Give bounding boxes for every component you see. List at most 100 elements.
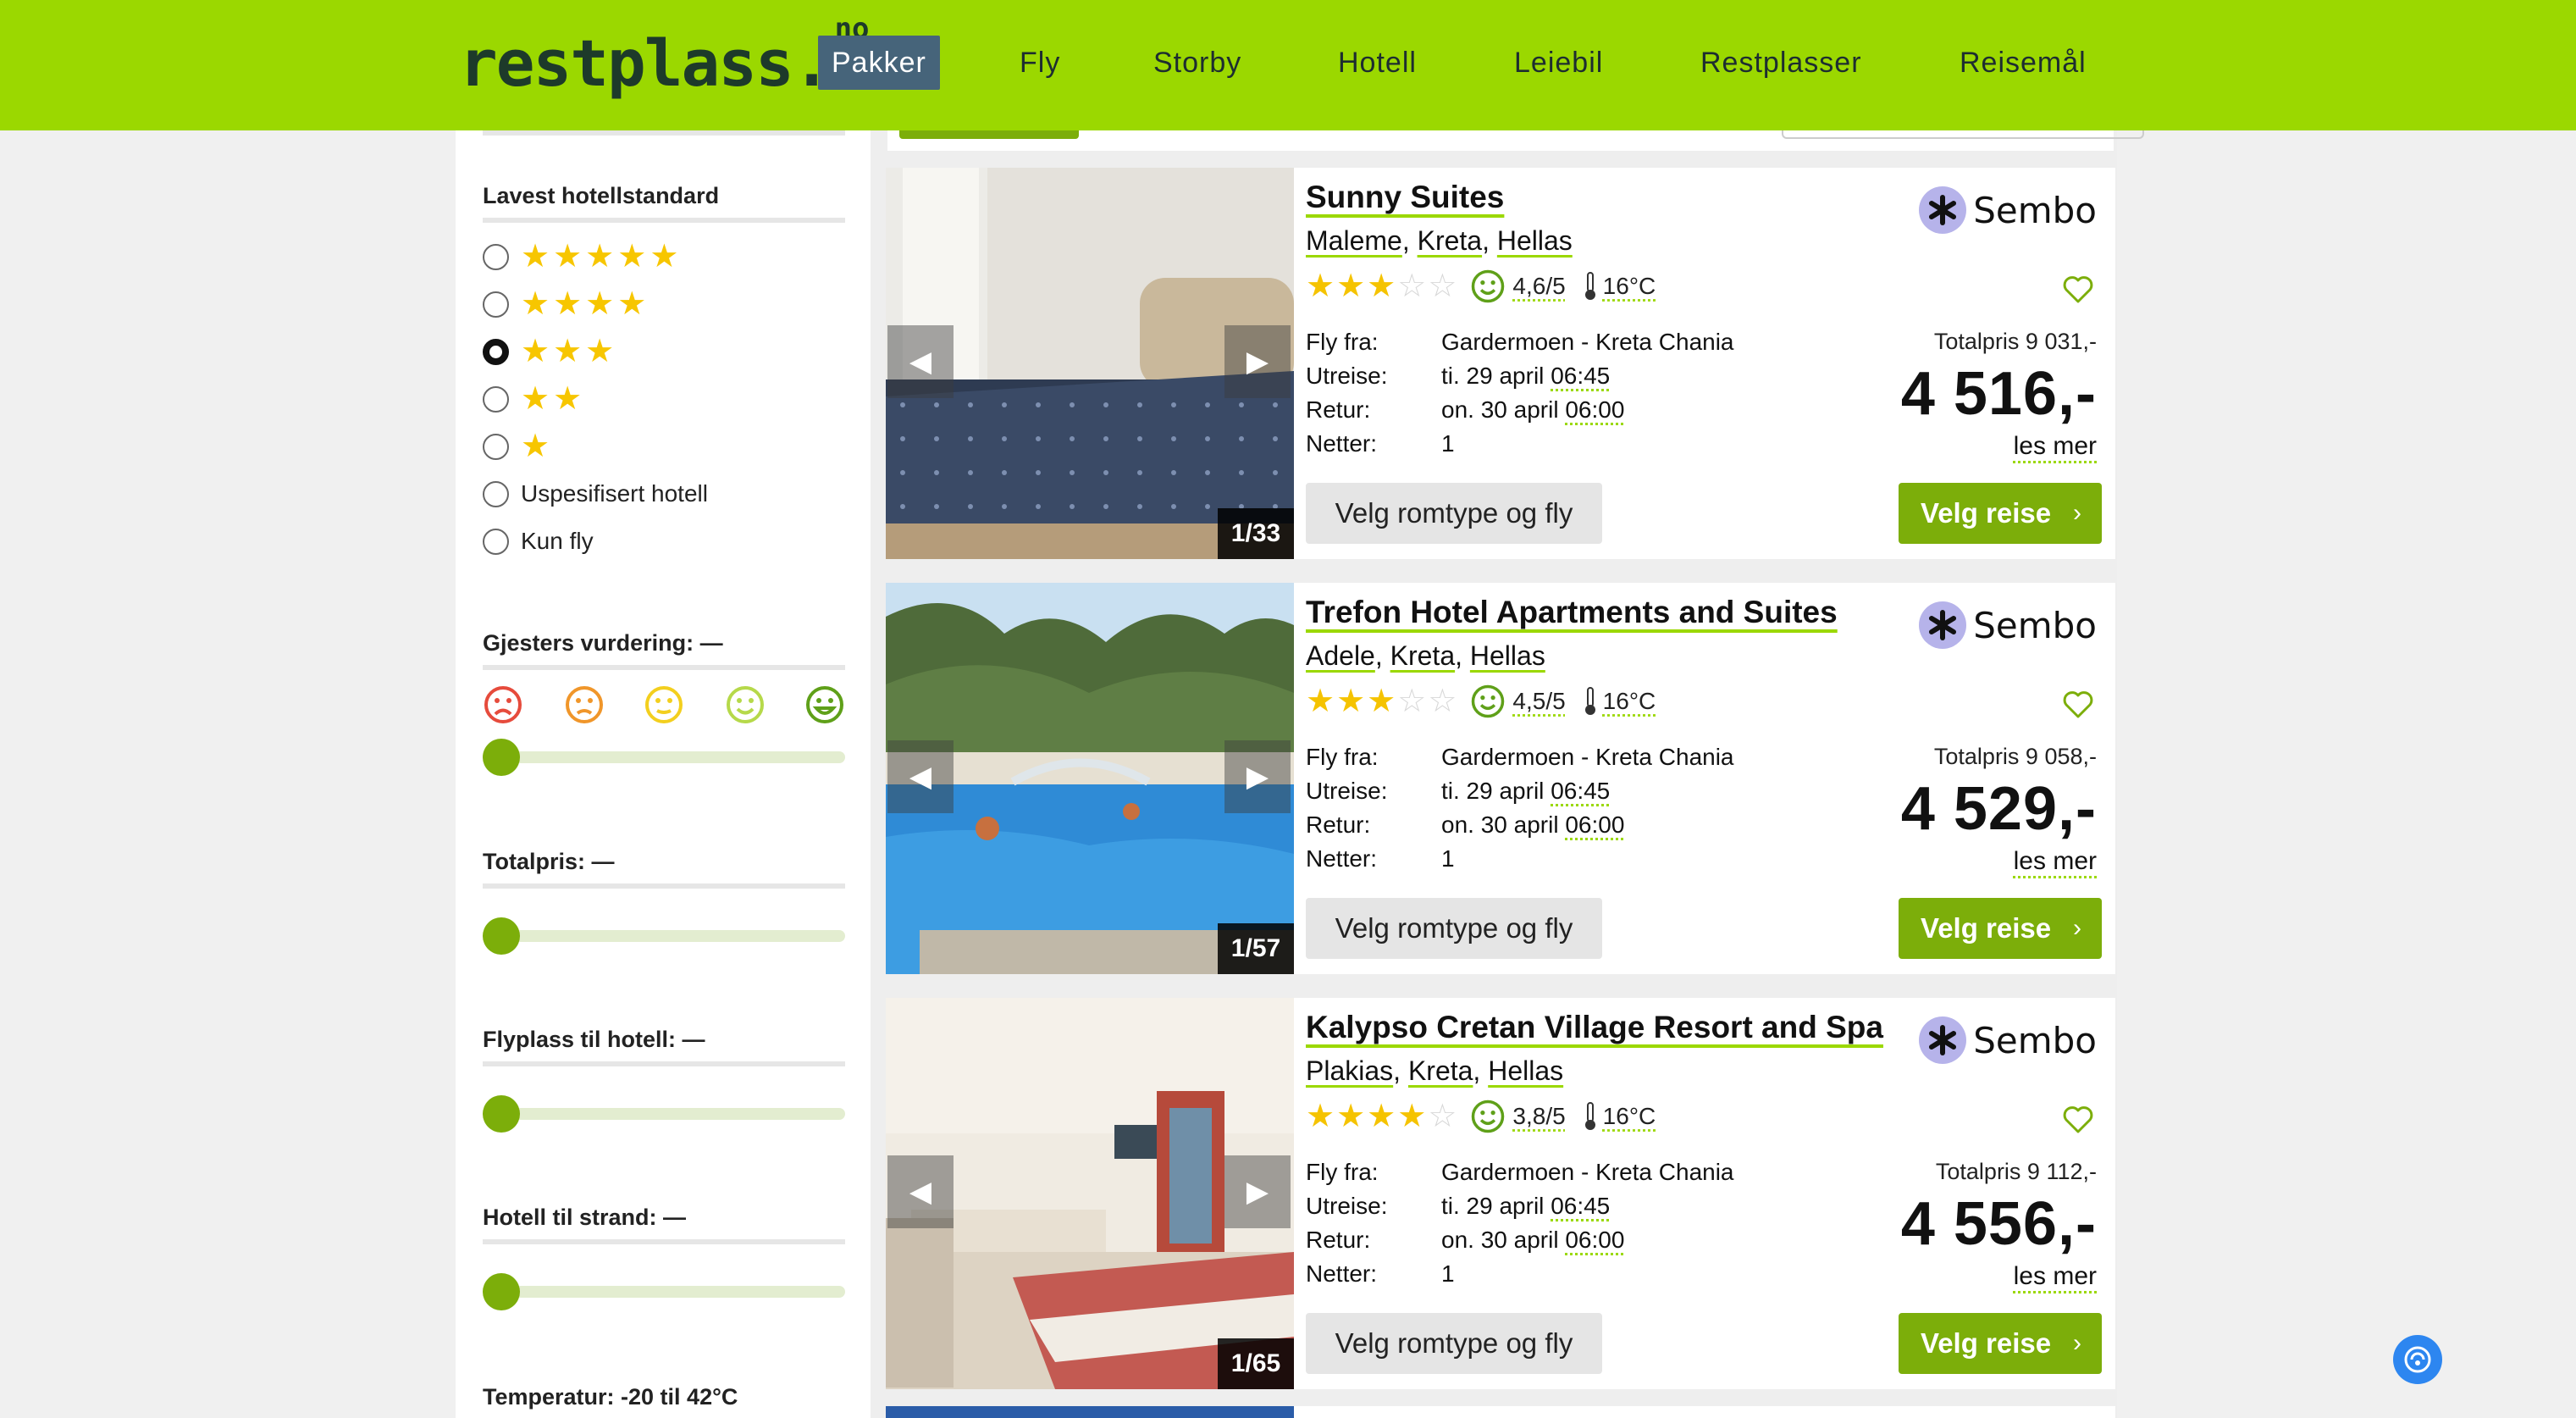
favorite-heart-icon[interactable]: [2061, 273, 2095, 307]
price-per-person: 4 556,-: [1900, 1190, 2097, 1258]
hotel-standard-option[interactable]: ★ ★: [483, 381, 585, 417]
happy-face-icon[interactable]: [725, 684, 766, 725]
operator-logo: Sembo: [1919, 1015, 2097, 1066]
location-region-link[interactable]: Kreta: [1408, 1055, 1473, 1086]
location-country-link[interactable]: Hellas: [1470, 640, 1545, 671]
location-country-link[interactable]: Hellas: [1488, 1055, 1563, 1086]
sembo-logo-icon: [1919, 186, 1967, 234]
hotel-location: Maleme, Kreta, Hellas: [1306, 225, 1573, 256]
sort-select[interactable]: [1782, 130, 2144, 139]
read-more-link[interactable]: les mer: [2014, 847, 2097, 876]
radio-button[interactable]: [483, 243, 509, 270]
nav-leiebil[interactable]: Leiebil: [1501, 36, 1617, 90]
location-region-link[interactable]: Kreta: [1418, 225, 1482, 256]
select-trip-label: Velg reise: [1921, 912, 2052, 944]
radio-button[interactable]: [483, 338, 509, 365]
airport-distance-slider-track[interactable]: [483, 1108, 845, 1120]
nav-fly[interactable]: Fly: [1006, 36, 1074, 90]
radio-button[interactable]: [483, 433, 509, 460]
select-trip-button[interactable]: Velg reise ›: [1899, 898, 2102, 959]
choose-room-and-flight-button[interactable]: Velg romtype og fly: [1306, 898, 1602, 959]
favorite-heart-icon[interactable]: [2061, 688, 2095, 722]
site-logo[interactable]: restplass. no: [459, 12, 870, 101]
read-more-link[interactable]: les mer: [2014, 432, 2097, 461]
return-label: Retur:: [1306, 396, 1371, 423]
hotel-standard-option[interactable]: ★ ★ ★ ★ ★: [483, 239, 682, 274]
favorite-heart-icon[interactable]: [2061, 1103, 2095, 1137]
next-photo-button[interactable]: ▶: [1224, 740, 1291, 813]
neutral-face-icon[interactable]: [644, 684, 684, 725]
radio-button[interactable]: [483, 291, 509, 318]
hotel-name-link[interactable]: Kalypso Cretan Village Resort and Spa: [1306, 1010, 1883, 1045]
total-price-slider-track[interactable]: [483, 930, 845, 942]
nights-label: Netter:: [1306, 430, 1378, 457]
total-price: Totalpris 9 058,-: [1933, 744, 2097, 769]
outbound-time[interactable]: 06:45: [1551, 363, 1610, 389]
beach-distance-slider-track[interactable]: [483, 1286, 845, 1298]
outbound-time[interactable]: 06:45: [1551, 778, 1610, 804]
total-price: Totalpris 9 031,-: [1933, 329, 2097, 354]
location-region-link[interactable]: Kreta: [1390, 640, 1455, 671]
temperature-value[interactable]: 16°C: [1603, 688, 1656, 715]
previous-photo-button[interactable]: ◀: [887, 1155, 954, 1228]
chevron-right-icon: ▶: [1246, 346, 1269, 378]
star-icon: ★: [617, 239, 647, 274]
guest-rating-slider-track[interactable]: [483, 751, 845, 763]
location-country-link[interactable]: Hellas: [1497, 225, 1573, 256]
chat-button[interactable]: [2393, 1335, 2442, 1384]
hotel-standard-option[interactable]: ★ ★ ★ ★: [483, 286, 650, 322]
total-price-slider-handle[interactable]: [483, 917, 520, 955]
hotel-name-link[interactable]: Sunny Suites: [1306, 180, 1504, 215]
nav-storby[interactable]: Storby: [1140, 36, 1255, 90]
read-more-link[interactable]: les mer: [2014, 1262, 2097, 1291]
very-sad-face-icon[interactable]: [483, 684, 523, 725]
previous-photo-button[interactable]: ◀: [887, 325, 954, 398]
photo-counter: 1/33: [1218, 508, 1294, 559]
hotel-result-card: ◀ ▶ 1/65 Kalypso Cretan Village Resort a…: [886, 998, 2115, 1389]
guest-score[interactable]: 4,6/5: [1512, 273, 1565, 300]
return-time[interactable]: 06:00: [1565, 1227, 1624, 1253]
previous-photo-button[interactable]: ◀: [887, 740, 954, 813]
photo-counter: 1/65: [1218, 1338, 1294, 1389]
location-city-link[interactable]: Plakias: [1306, 1055, 1393, 1086]
guest-score[interactable]: 4,5/5: [1512, 688, 1565, 715]
temperature-value[interactable]: 16°C: [1603, 273, 1656, 300]
radio-button[interactable]: [483, 385, 509, 413]
very-happy-face-icon[interactable]: [804, 684, 845, 725]
select-trip-button[interactable]: Velg reise ›: [1899, 483, 2102, 544]
nav-reisemal[interactable]: Reisemål: [1946, 36, 2100, 90]
location-city-link[interactable]: Adele: [1306, 640, 1375, 671]
return-time[interactable]: 06:00: [1565, 811, 1624, 838]
chat-icon: [2404, 1346, 2431, 1373]
hotel-name-link[interactable]: Trefon Hotel Apartments and Suites: [1306, 595, 1838, 630]
choose-room-and-flight-button[interactable]: Velg romtype og fly: [1306, 483, 1602, 544]
select-trip-button[interactable]: Velg reise ›: [1899, 1313, 2102, 1374]
star-icon: ★: [553, 334, 583, 369]
outbound-time[interactable]: 06:45: [1551, 1193, 1610, 1219]
next-photo-button[interactable]: ▶: [1224, 1155, 1291, 1228]
airport-distance-slider-handle[interactable]: [483, 1095, 520, 1133]
sad-face-icon[interactable]: [564, 684, 605, 725]
location-city-link[interactable]: Maleme: [1306, 225, 1402, 256]
filter-button[interactable]: [899, 130, 1079, 139]
divider: [483, 1061, 845, 1066]
temperature-value[interactable]: 16°C: [1603, 1103, 1656, 1130]
radio-button[interactable]: [483, 480, 509, 507]
star-icon: ★: [585, 239, 615, 274]
guest-rating-slider-handle[interactable]: [483, 739, 520, 776]
nav-hotell[interactable]: Hotell: [1324, 36, 1430, 90]
star-icon: ★: [553, 381, 583, 417]
beach-distance-slider-handle[interactable]: [483, 1273, 520, 1310]
nav-restplasser[interactable]: Restplasser: [1687, 36, 1876, 90]
hotel-standard-option[interactable]: ★: [483, 429, 553, 464]
hotel-standard-option[interactable]: ★ ★ ★: [483, 334, 617, 369]
return-time[interactable]: 06:00: [1565, 396, 1624, 423]
hotel-standard-option[interactable]: Kun fly: [483, 523, 594, 559]
guest-score[interactable]: 3,8/5: [1512, 1103, 1565, 1130]
choose-room-and-flight-button[interactable]: Velg romtype og fly: [1306, 1313, 1602, 1374]
total-price-title: Totalpris: —: [483, 849, 615, 874]
hotel-standard-option[interactable]: Uspesifisert hotell: [483, 476, 708, 512]
next-photo-button[interactable]: ▶: [1224, 325, 1291, 398]
radio-button[interactable]: [483, 528, 509, 555]
nav-pakker[interactable]: Pakker: [818, 36, 940, 90]
